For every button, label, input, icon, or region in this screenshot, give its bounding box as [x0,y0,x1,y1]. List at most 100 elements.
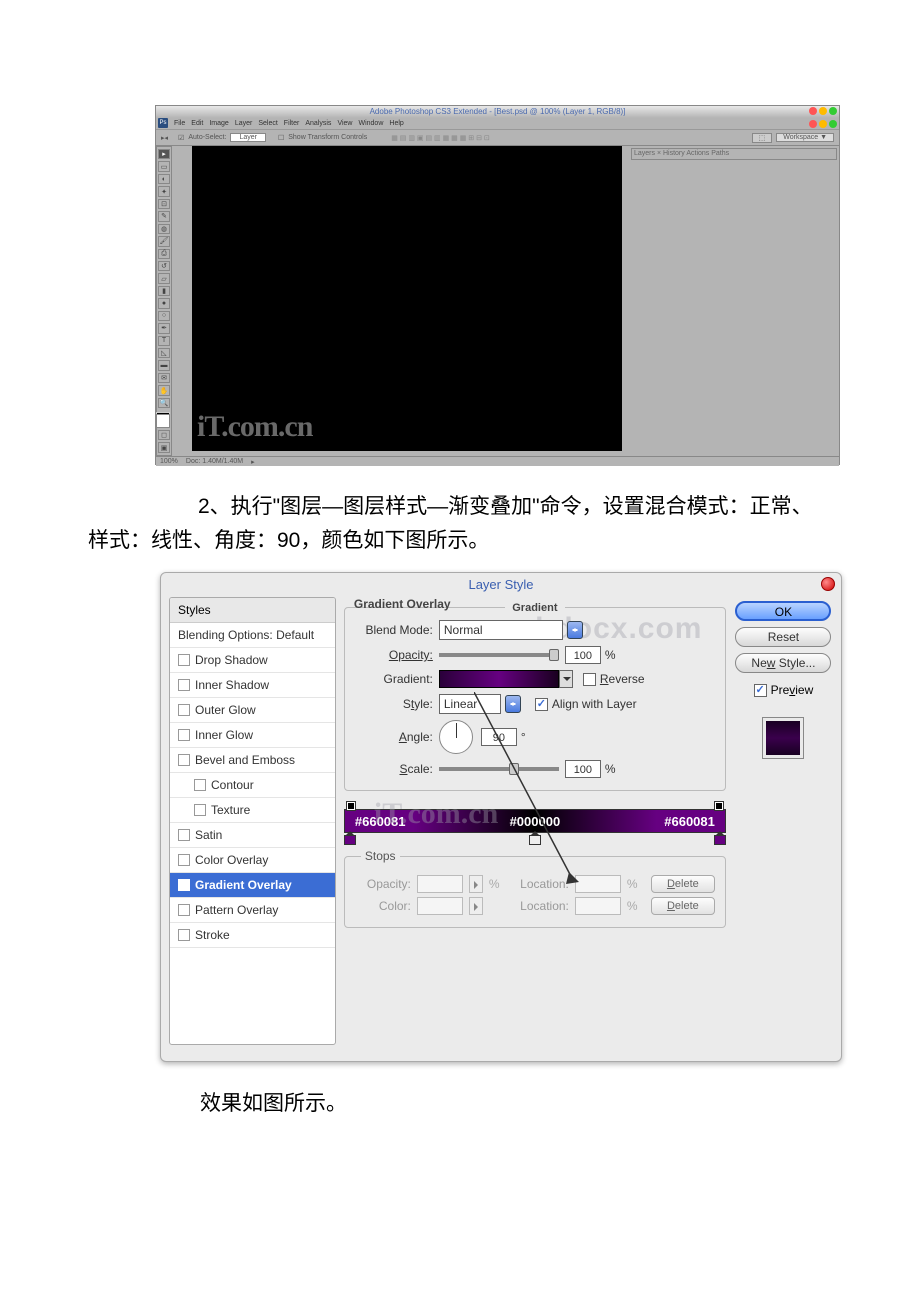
drop-shadow-item[interactable]: Drop Shadow [170,648,335,673]
menu-help[interactable]: Help [389,118,403,129]
brush-tool-icon[interactable]: 🖌 [158,236,170,246]
eyedropper-tool-icon[interactable]: ✎ [158,211,170,221]
opacity-slider[interactable] [439,653,559,657]
zoom-icon[interactable] [829,107,837,115]
history-brush-tool-icon[interactable]: ↺ [158,261,170,271]
preview-checkbox[interactable] [754,684,767,697]
color-stop[interactable] [344,831,356,843]
color-stop[interactable] [714,831,726,843]
styles-header[interactable]: Styles [170,598,335,623]
ok-button[interactable]: OK [735,601,831,621]
new-style-button[interactable]: New Style... [735,653,831,673]
menu-file[interactable]: File [174,118,185,129]
zoom-tool-icon[interactable]: 🔍 [158,398,170,408]
pattern-overlay-item[interactable]: Pattern Overlay [170,898,335,923]
checkbox[interactable] [178,679,190,691]
satin-item[interactable]: Satin [170,823,335,848]
doc-traffic-lights[interactable] [809,120,837,128]
opacity-input[interactable]: 100 [565,646,601,664]
checkbox[interactable] [178,654,190,666]
delete-button[interactable]: Delete [651,875,715,893]
checkbox[interactable] [194,804,206,816]
checkbox[interactable] [178,829,190,841]
eraser-tool-icon[interactable]: ▱ [158,273,170,283]
checkbox[interactable] [178,729,190,741]
workspace-dropdown[interactable]: Workspace ▼ [776,133,834,142]
bevel-item[interactable]: Bevel and Emboss [170,748,335,773]
pen-tool-icon[interactable]: ✒ [158,323,170,333]
blend-mode-select[interactable]: Normal [439,620,563,640]
canvas[interactable] [192,146,622,451]
path-tool-icon[interactable]: ◺ [158,348,170,358]
style-select[interactable]: Linear [439,694,501,714]
heal-tool-icon[interactable]: ◍ [158,224,170,234]
shape-tool-icon[interactable]: ▬ [158,360,170,370]
menu-edit[interactable]: Edit [191,118,203,129]
gradient-preview[interactable] [439,670,559,688]
close-icon[interactable] [821,577,835,591]
dropdown-arrow-icon[interactable] [559,670,573,688]
screenmode-icon[interactable]: ▣ [158,442,170,452]
menu-layer[interactable]: Layer [235,118,253,129]
blur-tool-icon[interactable]: ● [158,298,170,308]
layers-panel-tabs[interactable]: Layers × History Actions Paths [631,148,837,160]
marquee-tool-icon[interactable]: ▭ [158,161,170,171]
inner-glow-item[interactable]: Inner Glow [170,723,335,748]
notes-tool-icon[interactable]: ✉ [158,373,170,383]
menu-select[interactable]: Select [258,118,277,129]
checkbox[interactable] [178,929,190,941]
status-arrow-icon[interactable]: ▸ [251,458,255,466]
color-overlay-item[interactable]: Color Overlay [170,848,335,873]
angle-dial[interactable] [439,720,473,754]
minimize-icon[interactable] [819,120,827,128]
checkbox[interactable] [178,854,190,866]
texture-item[interactable]: Texture [170,798,335,823]
close-icon[interactable] [809,120,817,128]
move-tool-icon[interactable]: ▸ [158,149,170,159]
wand-tool-icon[interactable]: ✦ [158,186,170,196]
color-swatches[interactable] [158,414,170,428]
checkbox[interactable] [178,879,190,891]
checkbox[interactable] [178,904,190,916]
opacity-stop[interactable] [714,801,724,811]
reverse-checkbox[interactable] [583,673,596,686]
menu-view[interactable]: View [337,118,352,129]
scale-input[interactable]: 100 [565,760,601,778]
zoom-level[interactable]: 100% [160,458,178,465]
stroke-item[interactable]: Stroke [170,923,335,948]
delete-button[interactable]: Delete [651,897,715,915]
hand-tool-icon[interactable]: ✋ [158,385,170,395]
opacity-stop[interactable] [346,801,356,811]
outer-glow-item[interactable]: Outer Glow [170,698,335,723]
zoom-icon[interactable] [829,120,837,128]
type-tool-icon[interactable]: T [158,336,170,346]
auto-select-dropdown[interactable]: Layer [230,133,266,142]
color-stop[interactable] [529,831,541,843]
quickmask-toggle-icon[interactable]: ◻ [158,430,170,440]
blending-options-item[interactable]: Blending Options: Default [170,623,335,648]
quickmask-icon[interactable]: ⬚ [752,133,773,143]
dropdown-arrow-icon[interactable] [567,621,583,639]
gradient-tool-icon[interactable]: ▮ [158,286,170,296]
inner-shadow-item[interactable]: Inner Shadow [170,673,335,698]
stamp-tool-icon[interactable]: ⎙ [158,249,170,259]
reset-button[interactable]: Reset [735,627,831,647]
slider-thumb[interactable] [509,763,519,775]
gradient-overlay-item[interactable]: Gradient Overlay [170,873,335,898]
align-checkbox[interactable] [535,698,548,711]
traffic-lights[interactable] [809,107,837,115]
align-icons[interactable]: ▦ ▤ ▥ ▣ ▤ ▥ ▦ ▦ ▦ ⊞ ⊟ ⊡ [391,134,490,142]
menu-analysis[interactable]: Analysis [305,118,331,129]
minimize-icon[interactable] [819,107,827,115]
menu-filter[interactable]: Filter [284,118,300,129]
dodge-tool-icon[interactable]: ○ [158,311,170,321]
crop-tool-icon[interactable]: ⊡ [158,199,170,209]
checkbox[interactable] [194,779,206,791]
checkbox[interactable] [178,754,190,766]
dropdown-arrow-icon[interactable] [505,695,521,713]
menu-image[interactable]: Image [209,118,228,129]
scale-slider[interactable] [439,767,559,771]
lasso-tool-icon[interactable]: ◐ [158,174,170,184]
angle-input[interactable]: 90 [481,728,517,746]
menu-window[interactable]: Window [358,118,383,129]
